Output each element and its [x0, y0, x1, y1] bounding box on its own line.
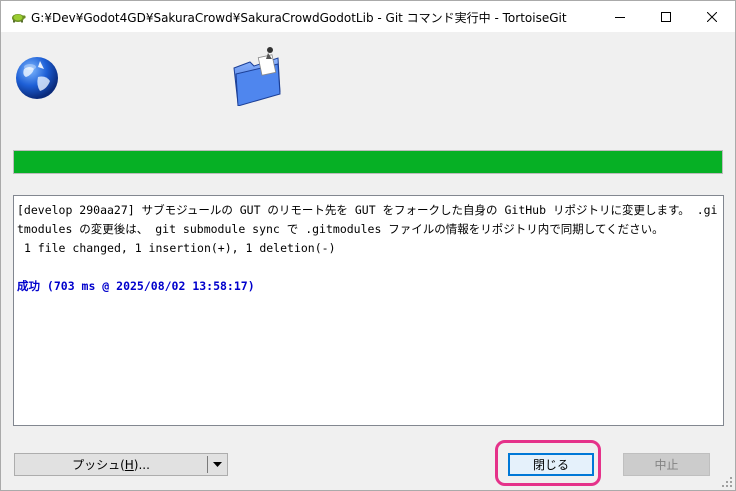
globe-icon: [16, 57, 58, 99]
title-bar[interactable]: G:¥Dev¥Godot4GD¥SakuraCrowd¥SakuraCrowdG…: [1, 1, 735, 32]
progress-dialog: G:¥Dev¥Godot4GD¥SakuraCrowd¥SakuraCrowdG…: [0, 0, 736, 491]
push-accelerator-key: H: [124, 457, 134, 472]
log-stat-line: 1 file changed, 1 insertion(+), 1 deleti…: [17, 241, 336, 255]
progress-bar: [13, 150, 723, 174]
maximize-icon: [661, 11, 671, 22]
progress-fill: [14, 151, 722, 173]
minimize-button[interactable]: [597, 1, 643, 32]
tortoise-icon: [12, 14, 26, 23]
window-title: G:¥Dev¥Godot4GD¥SakuraCrowd¥SakuraCrowdG…: [31, 11, 567, 25]
push-label-suffix: )...: [133, 457, 150, 472]
close-icon: [707, 11, 717, 22]
folder-icon: [233, 47, 281, 106]
log-commit-message: [develop 290aa27] サブモジュールの GUT のリモート先を G…: [17, 203, 718, 236]
push-label-prefix: プッシュ(: [72, 458, 125, 472]
close-window-button[interactable]: [689, 1, 735, 32]
push-dropdown-button[interactable]: [208, 454, 227, 475]
maximize-button[interactable]: [643, 1, 689, 32]
resize-grip-icon[interactable]: [721, 476, 733, 488]
minimize-icon: [615, 16, 625, 18]
push-button[interactable]: プッシュ(H)...: [15, 454, 207, 475]
output-log[interactable]: [develop 290aa27] サブモジュールの GUT のリモート先を G…: [13, 195, 724, 426]
chevron-down-icon: [213, 461, 222, 467]
close-button[interactable]: 閉じる: [508, 453, 594, 476]
abort-button: 中止: [623, 453, 710, 476]
log-spacer: [17, 258, 720, 277]
push-split-button[interactable]: プッシュ(H)...: [14, 453, 228, 476]
success-message: 成功 (703 ms @ 2025/08/02 13:58:17): [17, 279, 255, 293]
